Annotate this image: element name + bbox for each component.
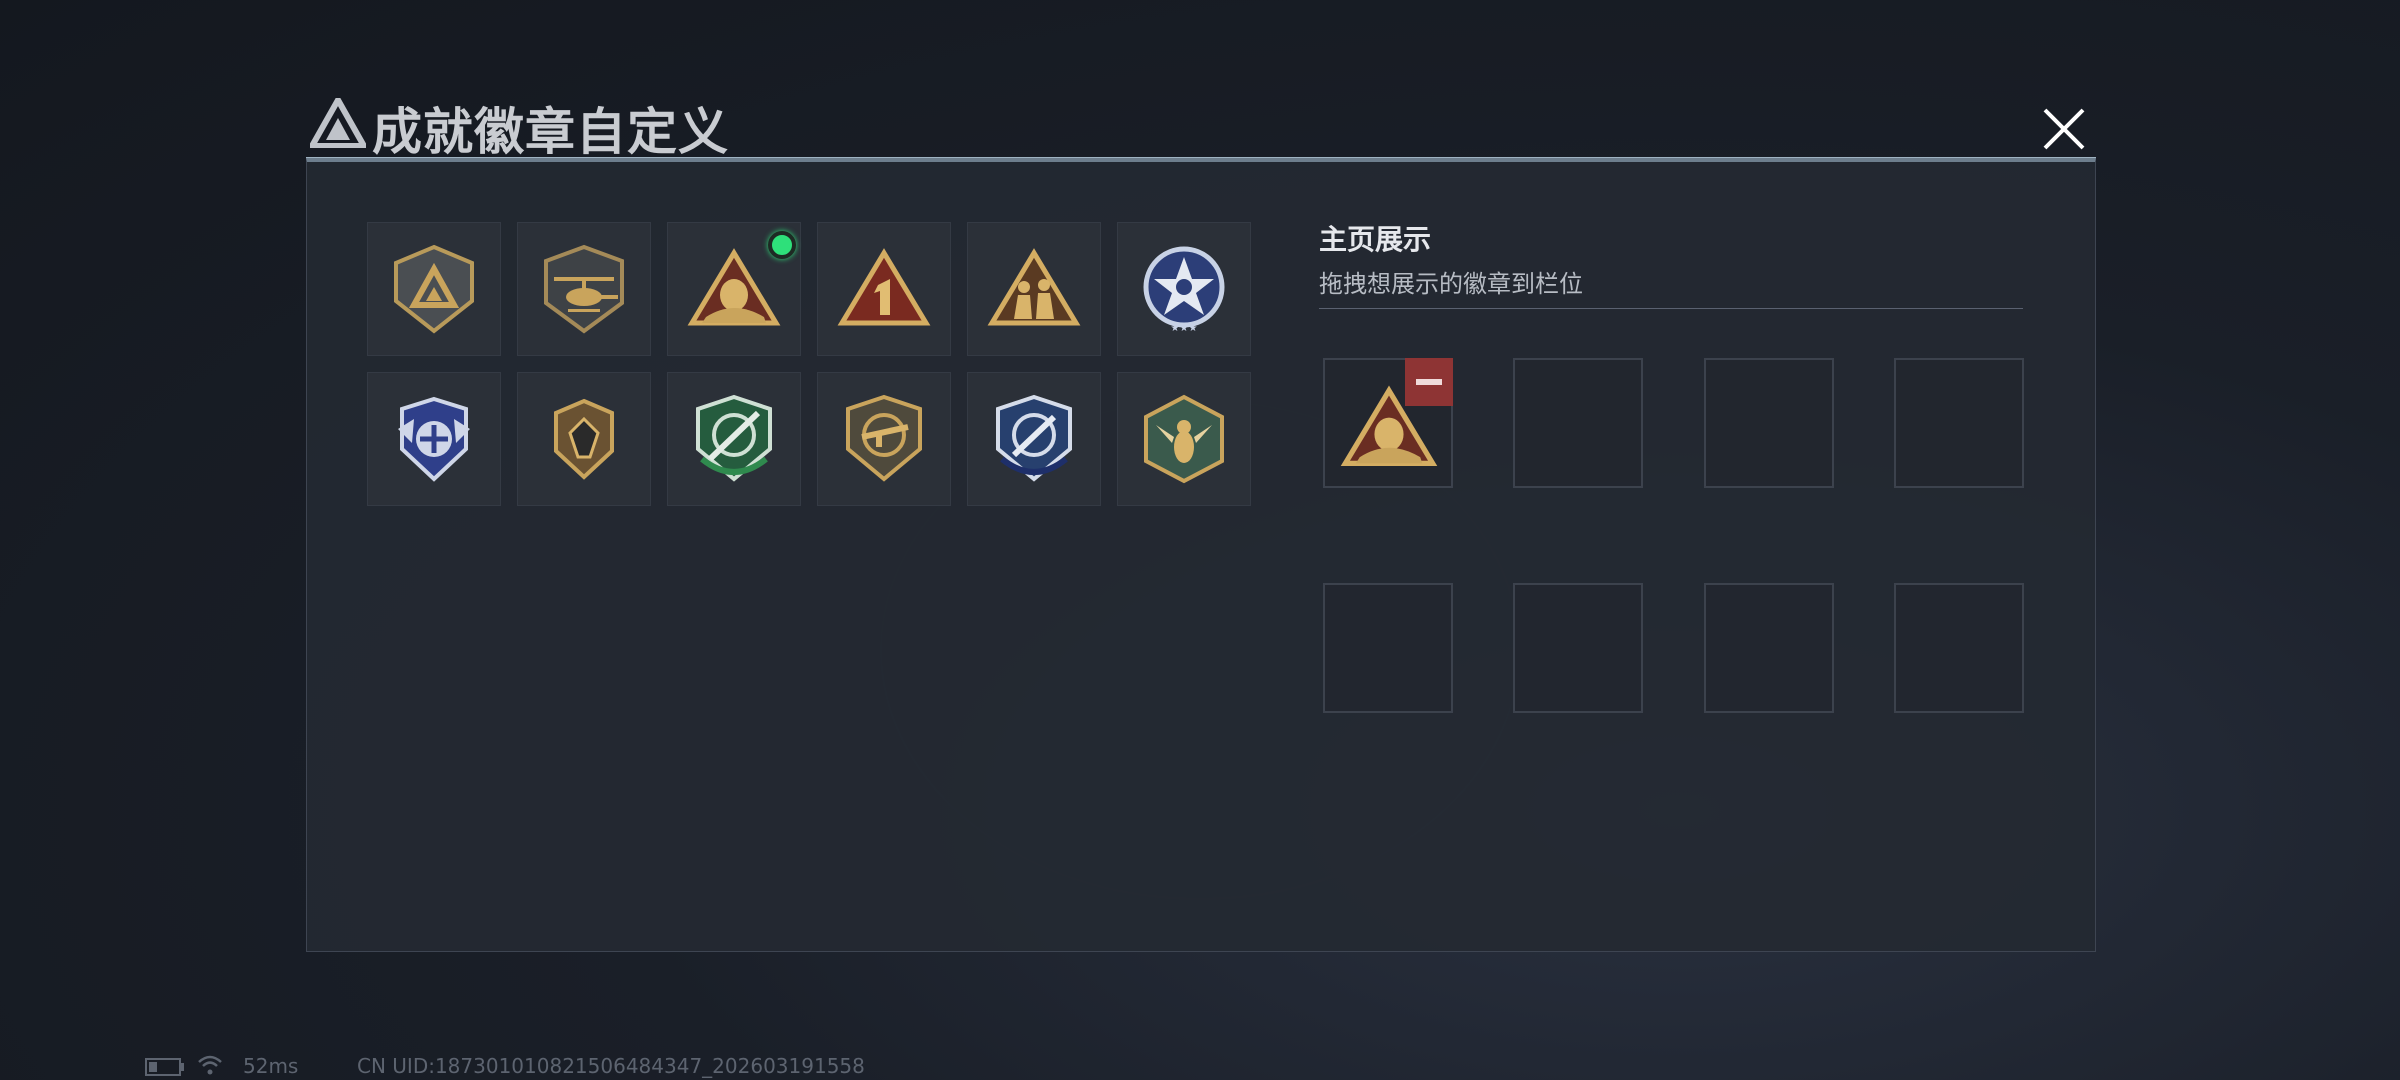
badge-cell[interactable] — [817, 372, 951, 506]
star-skull-badge-icon: ★★★ — [1143, 246, 1225, 334]
badge-cell[interactable] — [967, 222, 1101, 356]
badge-cell[interactable] — [817, 222, 951, 356]
display-slot-3[interactable] — [1704, 358, 1834, 488]
display-heading: 主页展示 — [1319, 223, 1432, 256]
hornet-hexagon-icon — [1144, 394, 1224, 484]
new-indicator-dot — [768, 231, 796, 259]
display-slot-5[interactable] — [1323, 583, 1453, 713]
svg-text:★★★: ★★★ — [1171, 323, 1198, 334]
badge-collection-grid: ★★★ — [367, 222, 1251, 506]
badge-cell[interactable] — [1117, 372, 1251, 506]
remove-badge-button[interactable] — [1405, 358, 1453, 406]
ping-value: 52ms — [243, 1054, 299, 1078]
display-slot-6[interactable] — [1513, 583, 1643, 713]
helicopter-badge-icon — [544, 244, 624, 334]
triangle-shield-icon — [394, 244, 474, 334]
badge-cell[interactable]: ★★★ — [1117, 222, 1251, 356]
badge-cell[interactable] — [367, 372, 501, 506]
display-instruction: 拖拽想展示的徽章到栏位 — [1319, 270, 1583, 298]
badge-cell[interactable] — [667, 372, 801, 506]
green-rifle-crosshair-icon — [696, 394, 772, 482]
badge-cell[interactable] — [967, 372, 1101, 506]
badge-cell[interactable] — [517, 372, 651, 506]
number-one-badge-icon — [837, 248, 931, 326]
display-slot-7[interactable] — [1704, 583, 1834, 713]
user-uid: CN UID:187301010821506484347_20260319155… — [357, 1054, 865, 1078]
window-header: 成就徽章自定义 — [300, 88, 2100, 161]
badge-cell[interactable] — [667, 222, 801, 356]
gem-shield-badge-icon — [554, 398, 614, 480]
display-slot-4[interactable] — [1894, 358, 2024, 488]
badge-cell[interactable] — [367, 222, 501, 356]
badge-customize-panel: ★★★ 主页展示 拖拽想展示的徽章到栏位 — [306, 158, 2096, 952]
close-button[interactable] — [2035, 100, 2093, 158]
soldiers-badge-icon — [987, 248, 1081, 326]
badge-cell[interactable] — [517, 222, 651, 356]
close-icon — [2043, 108, 2085, 150]
display-slot-8[interactable] — [1894, 583, 2024, 713]
game-logo-icon — [310, 98, 366, 148]
minus-icon — [1416, 379, 1442, 385]
battery-icon — [145, 1058, 184, 1076]
blue-knife-crosshair-icon — [996, 394, 1072, 482]
page-title: 成就徽章自定义 — [372, 103, 729, 161]
display-slot-1[interactable] — [1323, 358, 1453, 488]
gold-rifle-shield-icon — [846, 394, 922, 482]
divider — [1319, 308, 2023, 309]
egg-triangle-badge-icon — [687, 248, 781, 326]
display-slot-2[interactable] — [1513, 358, 1643, 488]
blue-wing-shield-icon — [398, 396, 470, 482]
wifi-icon — [198, 1055, 222, 1075]
